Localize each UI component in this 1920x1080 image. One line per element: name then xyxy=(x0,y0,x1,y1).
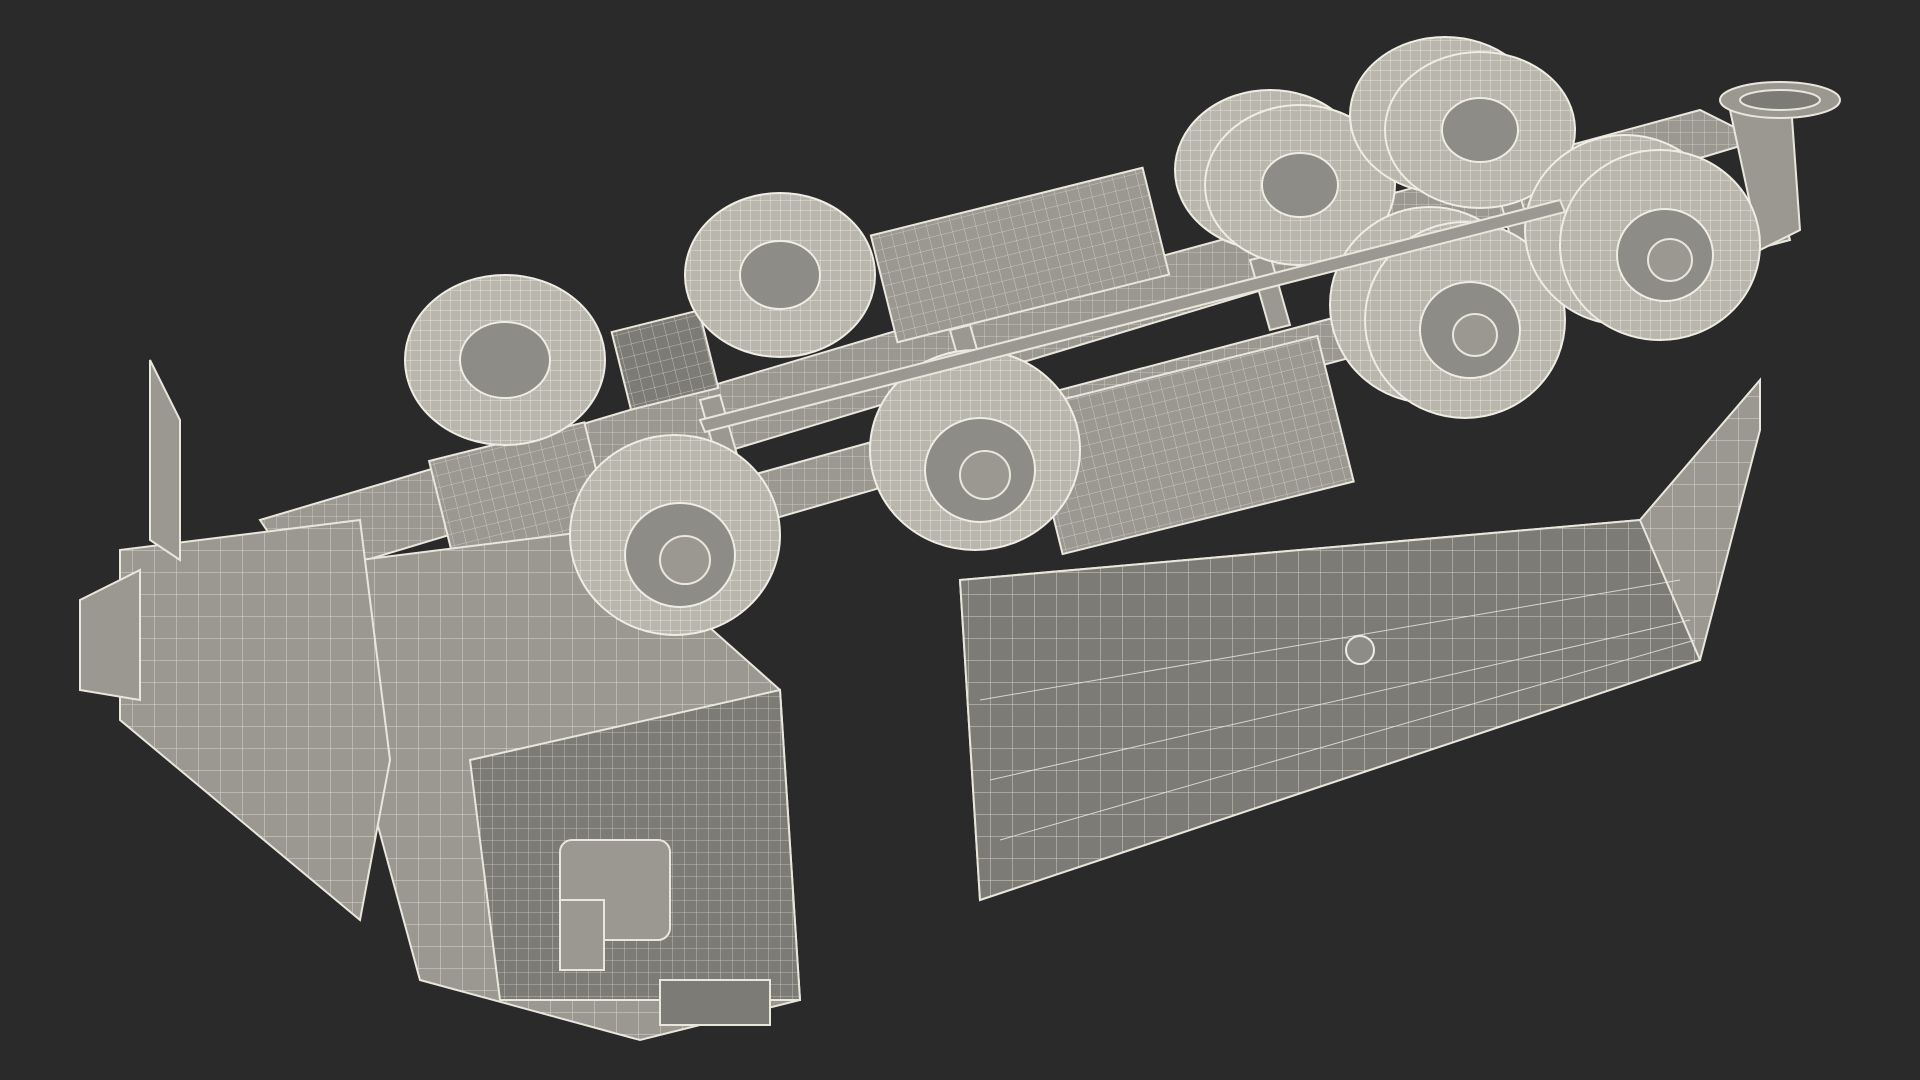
cab-door-panel xyxy=(79,359,392,922)
truck-wireframe-render xyxy=(79,36,1841,1042)
wheel-front-left-lower xyxy=(569,434,781,636)
wheel-second-upper xyxy=(684,192,876,358)
wheel-front-left-upper xyxy=(404,274,606,446)
